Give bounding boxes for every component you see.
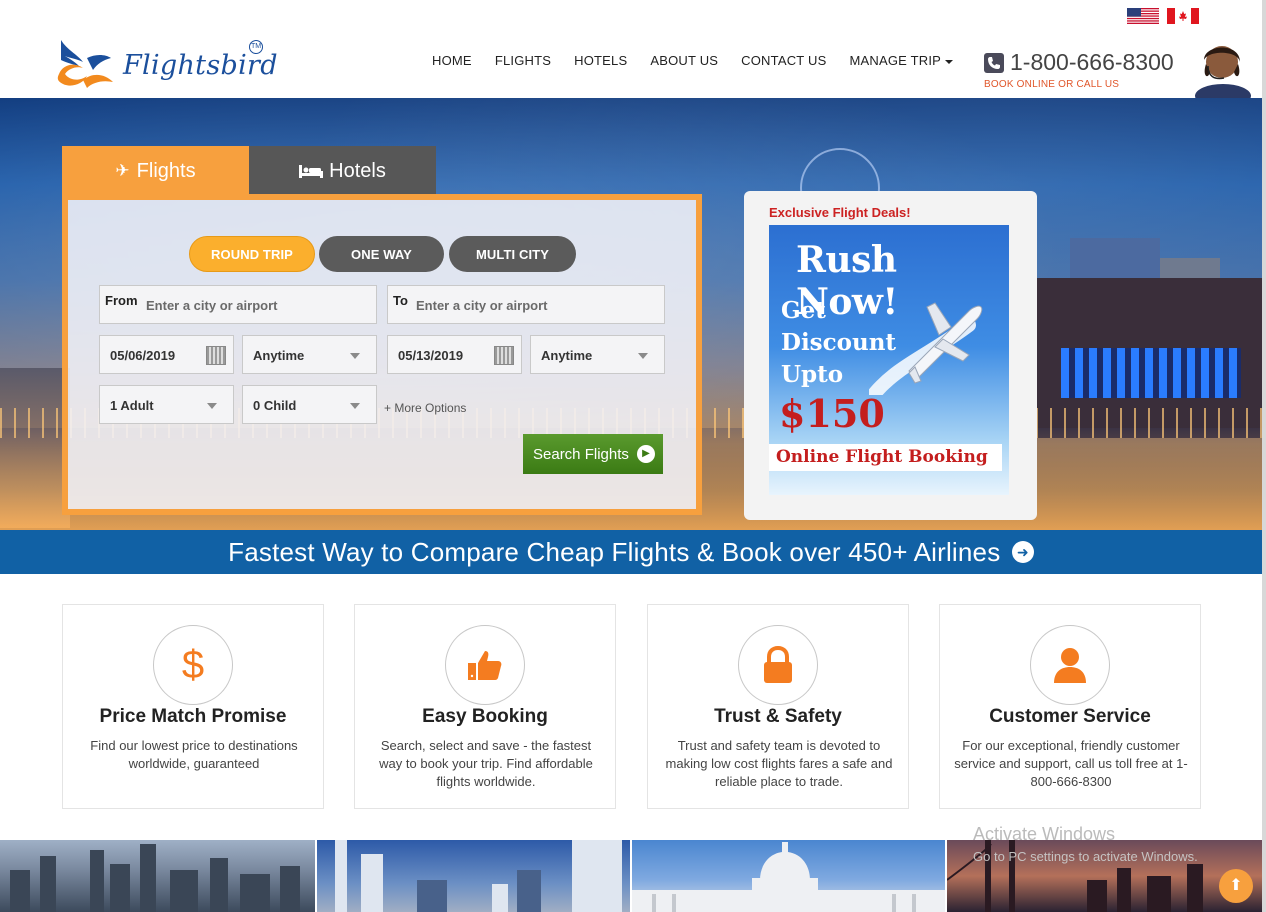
caret-down-icon [945,59,953,64]
feature-card: Easy Booking Search, select and save - t… [354,604,616,809]
tab-flights-label: Flights [136,159,196,182]
nav-contact-us[interactable]: CONTACT US [741,53,826,68]
dropdown-arrow-icon [638,353,648,359]
bed-icon [299,165,324,178]
adults-value: 1 Adult [110,398,154,413]
feature-card: Trust & Safety Trust and safety team is … [647,604,909,809]
nav-manage-trip-label: MANAGE TRIP [849,53,941,68]
trademark-badge: TM [249,40,263,54]
city-skyline-image [335,840,622,912]
nav-about-us[interactable]: ABOUT US [650,53,718,68]
deal-tagline: Online Flight Booking [769,444,1002,471]
feature-title: Customer Service [989,706,1151,727]
search-flights-label: Search Flights [533,445,629,463]
feature-title: Easy Booking [422,706,548,727]
deals-title: Exclusive Flight Deals! [769,205,911,220]
country-flags [1127,8,1199,24]
feature-description: Search, select and save - the fastest wa… [379,738,593,789]
return-time-select[interactable]: Anytime [530,335,665,374]
city-skyline-image [10,844,300,912]
feature-title: Trust & Safety [714,706,842,727]
one-way-button[interactable]: ONE WAY [319,236,444,272]
feature-card: Customer Service For our exceptional, fr… [939,604,1201,809]
deal-banner[interactable]: Rush Now! Get Discount Upto $150 Online … [769,225,1009,495]
deal-amount: $150 [779,391,885,436]
thumbs-up-icon [445,625,525,705]
nav-manage-trip[interactable]: MANAGE TRIP [849,53,953,68]
main-nav: HOME FLIGHTS HOTELS ABOUT US CONTACT US … [432,53,976,68]
return-date-value: 05/13/2019 [398,348,464,363]
depart-time-value: Anytime [253,348,305,363]
destination-image[interactable] [317,840,630,912]
capitol-building-image [632,842,945,912]
arrow-right-circle-icon: ▶ [637,445,655,463]
compare-banner-text: Fastest Way to Compare Cheap Flights & B… [228,537,1001,567]
feature-title: Price Match Promise [99,706,287,727]
arrow-up-icon: ⬆ [1229,877,1243,894]
to-input[interactable]: Enter a city or airport [416,298,547,313]
user-icon [1030,625,1110,705]
tab-hotels[interactable]: Hotels [249,146,436,196]
destination-image[interactable] [632,840,945,912]
return-date-field[interactable]: 05/13/2019 [387,335,522,374]
windows-watermark-subtitle: Go to PC settings to activate Windows. [973,849,1198,864]
feature-card: $ Price Match Promise Find our lowest pr… [62,604,324,809]
destination-image[interactable] [0,840,315,912]
more-options-link[interactable]: + More Options [384,401,466,415]
tab-hotels-label: Hotels [329,159,386,182]
dropdown-arrow-icon [207,403,217,409]
from-field[interactable]: From Enter a city or airport [99,285,377,324]
canada-flag-icon[interactable] [1167,8,1199,24]
depart-date-value: 05/06/2019 [110,348,176,363]
airplane-icon [869,302,983,395]
nav-home[interactable]: HOME [432,53,472,68]
return-time-value: Anytime [541,348,593,363]
nav-flights[interactable]: FLIGHTS [495,53,551,68]
to-field[interactable]: To Enter a city or airport [387,285,665,324]
windows-watermark-title: Activate Windows [973,824,1116,844]
multi-city-button[interactable]: MULTI CITY [449,236,576,272]
search-flights-button[interactable]: Search Flights ▶ [523,434,663,474]
page: Flightsbird TM HOME FLIGHTS HOTELS ABOUT… [0,0,1266,912]
tab-flights[interactable]: ✈ Flights [62,146,249,196]
lit-windows [1061,348,1241,398]
page-scrollbar[interactable] [1262,0,1266,912]
dropdown-arrow-icon [350,403,360,409]
dollar-icon: $ [153,625,233,705]
us-flag-icon[interactable] [1127,8,1159,24]
scroll-to-top-button[interactable]: ⬆ [1219,869,1253,903]
from-input[interactable]: Enter a city or airport [146,298,277,313]
book-online-text: BOOK ONLINE OR CALL US [984,79,1120,90]
calendar-icon[interactable] [494,346,514,365]
children-value: 0 Child [253,398,297,413]
feature-description: Find our lowest price to destinations wo… [90,738,298,771]
lock-icon [738,625,818,705]
phone-number[interactable]: 1-800-666-8300 [1010,49,1174,76]
flight-search-panel: ROUND TRIP ONE WAY MULTI CITY From Enter… [62,194,702,515]
flightsbird-logo[interactable]: Flightsbird TM [53,36,277,92]
dropdown-arrow-icon [350,353,360,359]
exclusive-deals-box: Exclusive Flight Deals! Rush Now! Get Di… [744,191,1037,520]
bird-logo-icon [57,40,113,88]
logo-text: Flightsbird [123,50,278,81]
support-agent-avatar [1195,46,1251,100]
to-label: To [393,293,408,308]
calendar-icon[interactable] [206,346,226,365]
plane-icon: ✈ [115,161,130,180]
feature-description: Trust and safety team is devoted to maki… [665,738,893,789]
depart-time-select[interactable]: Anytime [242,335,377,374]
arrow-circle-right-icon: ➜ [1011,541,1034,564]
adults-select[interactable]: 1 Adult [99,385,234,424]
children-select[interactable]: 0 Child [242,385,377,424]
depart-date-field[interactable]: 05/06/2019 [99,335,234,374]
from-label: From [105,293,138,308]
round-trip-button[interactable]: ROUND TRIP [189,236,315,272]
phone-icon [984,53,1004,73]
compare-banner[interactable]: Fastest Way to Compare Cheap Flights & B… [0,530,1262,574]
nav-hotels[interactable]: HOTELS [574,53,627,68]
feature-description: For our exceptional, friendly customer s… [954,738,1188,789]
